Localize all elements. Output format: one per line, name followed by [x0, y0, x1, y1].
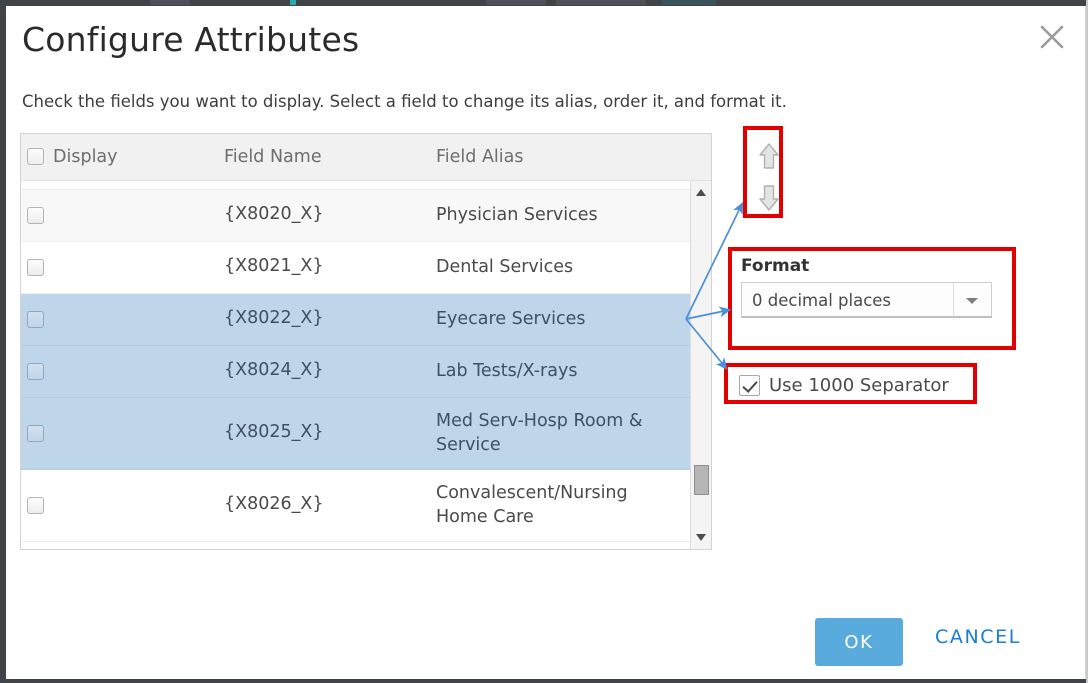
- ok-button[interactable]: OK: [815, 618, 903, 666]
- row-field-name: {X8020_X}: [224, 204, 324, 224]
- format-select[interactable]: 0 decimal places: [741, 282, 992, 318]
- row-display-checkbox[interactable]: [27, 259, 44, 276]
- table-row[interactable]: {X8024_X} Lab Tests/X-rays: [21, 346, 691, 398]
- row-field-alias: Eyecare Services: [436, 309, 586, 329]
- scroll-up-arrow-icon[interactable]: [691, 183, 711, 203]
- column-header-field-name-label: Field Name: [224, 147, 322, 167]
- row-field-name: {X8026_X}: [224, 494, 324, 514]
- row-field-name: {X8022_X}: [224, 308, 324, 328]
- use-1000-separator-label: Use 1000 Separator: [769, 375, 949, 396]
- page-title: Configure Attributes: [22, 20, 360, 59]
- use-1000-separator-checkbox[interactable]: [739, 375, 760, 396]
- table-row[interactable]: {X8025_X} Med Serv-Hosp Room & Service: [21, 398, 691, 470]
- column-header-display-label: Display: [53, 147, 118, 167]
- select-all-checkbox[interactable]: [27, 148, 44, 165]
- application-window: Configure Attributes Check the fields yo…: [0, 0, 1088, 683]
- format-group: Format 0 decimal places: [741, 256, 1011, 318]
- cancel-button[interactable]: CANCEL: [935, 626, 1021, 648]
- table-row[interactable]: {X8021_X} Dental Services: [21, 242, 691, 294]
- format-selected-value: 0 decimal places: [752, 291, 892, 310]
- scroll-down-arrow-icon[interactable]: [691, 528, 711, 548]
- row-field-name: {X8024_X}: [224, 360, 324, 380]
- row-display-checkbox[interactable]: [27, 497, 44, 514]
- row-field-alias: Med Serv-Hosp Room & Service: [436, 411, 643, 455]
- row-display-checkbox[interactable]: [27, 311, 44, 328]
- column-header-field-alias-label: Field Alias: [436, 147, 524, 167]
- row-field-name: {X8021_X}: [224, 256, 324, 276]
- format-label: Format: [741, 256, 810, 276]
- field-list-body[interactable]: {X8020_X} Physician Services {X8021_X} Dent…: [21, 181, 691, 549]
- move-up-arrow-icon[interactable]: [756, 141, 782, 171]
- row-field-alias: Convalescent/Nursing Home Care: [436, 483, 628, 527]
- chevron-down-icon[interactable]: [953, 283, 991, 317]
- row-field-name: {X8025_X}: [224, 422, 324, 442]
- dialog-instructions: Check the fields you want to display. Se…: [22, 92, 787, 111]
- window-bottom-border: [0, 679, 1088, 683]
- row-display-checkbox[interactable]: [27, 363, 44, 380]
- row-display-checkbox[interactable]: [27, 425, 44, 442]
- close-icon[interactable]: [1035, 20, 1069, 54]
- row-field-alias: Lab Tests/X-rays: [436, 361, 578, 381]
- table-row[interactable]: {X8026_X} Convalescent/Nursing Home Care: [21, 470, 691, 542]
- table-row[interactable]: [21, 181, 691, 190]
- row-field-alias: Dental Services: [436, 257, 574, 277]
- scrollbar-thumb[interactable]: [694, 465, 709, 495]
- use-1000-separator-row[interactable]: Use 1000 Separator: [739, 375, 949, 396]
- field-list-scrollbar[interactable]: [690, 181, 711, 549]
- row-field-alias: Physician Services: [436, 205, 598, 225]
- move-down-arrow-icon[interactable]: [756, 183, 782, 213]
- row-display-checkbox[interactable]: [27, 207, 44, 224]
- order-controls: [754, 139, 784, 217]
- field-list: Display Field Name Field Alias {X8020_X}…: [20, 133, 712, 550]
- table-row[interactable]: {X8020_X} Physician Services: [21, 190, 691, 242]
- table-row[interactable]: {X8022_X} Eyecare Services: [21, 294, 691, 346]
- field-list-header: Display Field Name Field Alias: [21, 134, 711, 181]
- configure-attributes-dialog: Configure Attributes Check the fields yo…: [6, 6, 1086, 679]
